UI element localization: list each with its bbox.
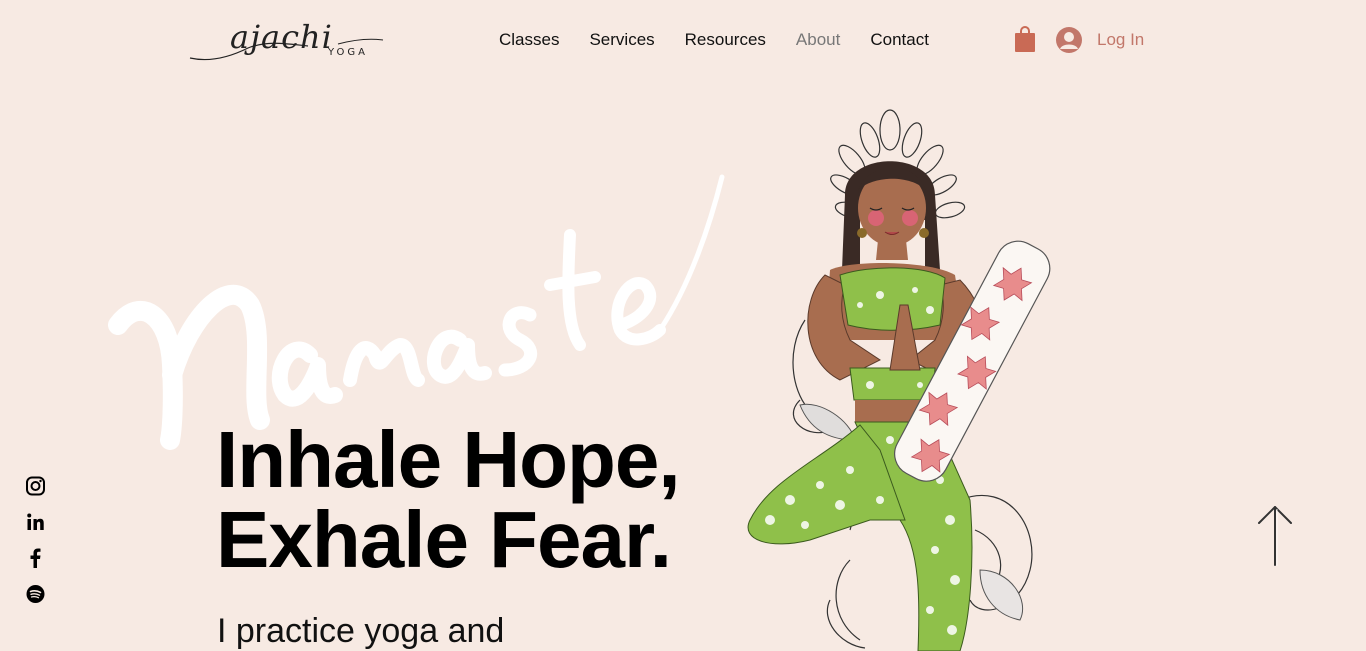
- main-nav: Classes Services Resources About Contact: [484, 28, 944, 52]
- nav-resources[interactable]: Resources: [670, 28, 781, 52]
- hero-headline-line-1: Inhale Hope,: [216, 415, 681, 504]
- logo-subtitle: YOGA: [328, 47, 369, 58]
- linkedin-icon[interactable]: [25, 512, 46, 532]
- logo-wordmark: ajachi: [230, 18, 333, 56]
- instagram-icon[interactable]: [25, 476, 46, 496]
- hero-headline: Inhale Hope, Exhale Fear.: [216, 415, 681, 584]
- nav-about[interactable]: About: [781, 28, 855, 52]
- login-label: Log In: [1097, 30, 1145, 49]
- user-avatar-icon: [1056, 27, 1082, 53]
- yoga-figure-illustration: [747, 109, 1051, 651]
- nav-classes[interactable]: Classes: [484, 28, 574, 52]
- nav-services[interactable]: Services: [574, 28, 669, 52]
- facebook-icon[interactable]: [25, 548, 46, 568]
- arrow-up-icon[interactable]: [1256, 503, 1294, 571]
- login-button[interactable]: Log In: [1055, 26, 1144, 54]
- shopping-bag-icon[interactable]: [1015, 26, 1035, 52]
- social-bar: [25, 476, 46, 604]
- spotify-icon[interactable]: [25, 584, 46, 604]
- hero-subtext: I practice yoga and: [217, 612, 505, 650]
- site-logo[interactable]: ajachi YOGA: [188, 18, 388, 64]
- hero-headline-line-2: Exhale Fear.: [216, 495, 672, 584]
- page: ajachi YOGA Classes Services Resources A…: [0, 0, 1366, 651]
- nav-contact[interactable]: Contact: [855, 28, 944, 52]
